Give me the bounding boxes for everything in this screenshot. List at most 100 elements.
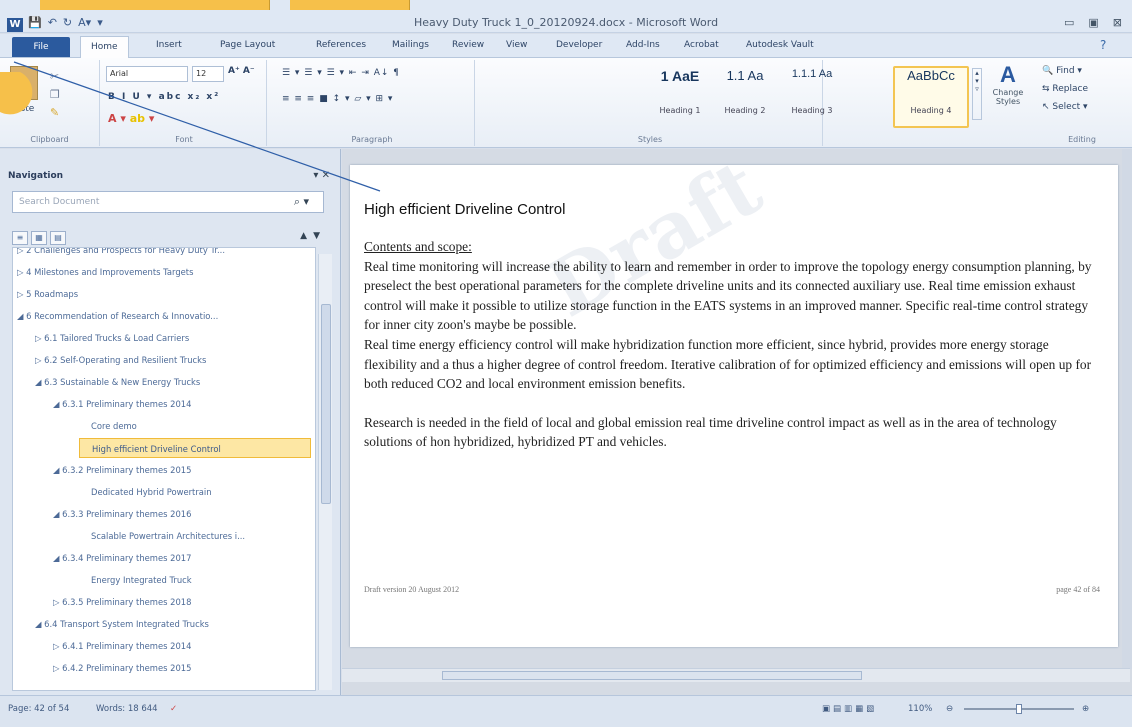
grow-font-icon[interactable]: A⁺ A⁻ [228,66,255,76]
style-heading-3[interactable]: 1.1.1 Aa Heading 3 [780,68,844,130]
font-label: Font [175,135,193,144]
align-buttons[interactable]: ≡ ≡ ≡ ■ ↕ ▾ ▱ ▾ ⊞ ▾ [282,94,393,104]
zoom-slider[interactable] [964,704,1074,714]
nav-item[interactable]: ◢ 6 Recommendation of Research & Innovat… [17,306,218,326]
tab-add-ins[interactable]: Add-Ins [626,40,660,50]
font-name-select[interactable]: Arial [106,66,188,82]
nav-item[interactable]: ▷ 2 Challenges and Prospects for Heavy D… [17,248,225,260]
maximize-button[interactable]: ▣ [1088,16,1098,29]
change-styles-icon: A [1000,62,1016,87]
nav-item[interactable]: ◢ 6.3.4 Preliminary themes 2017 [53,548,191,568]
navigation-pane: Navigation ▾ ✕ Search Document ⌕ ▾ ≡ ▦ ▤… [0,149,341,695]
tab-view[interactable]: View [506,40,527,50]
nav-item[interactable]: ◢ 6.3.2 Preliminary themes 2015 [53,460,191,480]
tab-acrobat[interactable]: Acrobat [684,40,719,50]
close-button[interactable]: ⊠ [1113,16,1122,29]
zoom-slider-knob[interactable] [1016,704,1022,714]
document-body[interactable]: Contents and scope: Real time monitoring… [364,237,1100,452]
list-buttons[interactable]: ☰ ▾ ☰ ▾ ☰ ▾ ⇤ ⇥ A↓ ¶ [282,68,400,78]
nav-heading-tree: ▷ 2 Challenges and Prospects for Heavy D… [12,247,316,691]
style-heading-1[interactable]: 1 AaE Heading 1 [650,68,710,130]
footer-version: Draft version 20 August 2012 [364,585,460,594]
nav-item[interactable]: ◢ 6.3.1 Preliminary themes 2014 [53,394,191,414]
horizontal-scrollbar[interactable] [342,668,1130,682]
horizontal-scroll-thumb[interactable] [442,671,862,680]
tab-insert[interactable]: Insert [156,40,182,50]
tab-home[interactable]: Home [80,36,129,58]
status-words[interactable]: Words: 18 644 [96,704,158,714]
zoom-out-icon[interactable]: ⊖ [946,704,953,714]
nav-item[interactable]: Energy Integrated Truck [91,570,192,590]
tab-autodesk-vault[interactable]: Autodesk Vault [746,40,814,50]
paste-icon[interactable] [10,66,38,100]
document-page[interactable]: Draft High efficient Driveline Control C… [350,142,1118,647]
zoom-in-icon[interactable]: ⊕ [1082,704,1089,714]
styles-label: Styles [637,135,663,144]
font-color-icon[interactable]: A ▾ ab ▾ [108,112,154,125]
tab-page-layout[interactable]: Page Layout [220,40,275,50]
tab-review[interactable]: Review [452,40,484,50]
style-heading-4[interactable]: AaBbCc Heading 4 [893,66,969,128]
nav-item[interactable]: ▷ 6.2 Self-Operating and Resilient Truck… [35,350,206,370]
clipboard-label: Clipboard [30,135,69,144]
tab-mailings[interactable]: Mailings [392,40,429,50]
status-page[interactable]: Page: 42 of 54 [8,704,69,714]
select-button[interactable]: ↖ Select ▾ [1042,102,1088,112]
group-clipboard: Paste ✂ ❐ ✎ Clipboard [0,60,100,146]
nav-item[interactable]: Scalable Powertrain Architectures i... [91,526,245,546]
nav-item[interactable]: ◢ 6.4 Transport System Integrated Trucks [35,614,209,634]
nav-item[interactable]: ▷ 6.3.5 Preliminary themes 2018 [53,592,191,612]
change-styles-button[interactable]: A Change Styles [986,62,1030,106]
document-vertical-scrollbar[interactable] [1122,149,1132,669]
search-icon[interactable]: ⌕ ▾ [294,195,309,209]
window-title: Heavy Duty Truck 1_0_20120924.docx - Mic… [413,16,719,29]
search-document-input[interactable]: Search Document ⌕ ▾ [12,191,324,213]
paragraph-2: Real time energy efficiency control will… [364,336,1092,392]
replace-button[interactable]: ⇆ Replace [1042,84,1088,94]
nav-prev-next[interactable]: ▲▼ [300,231,326,241]
nav-item[interactable]: ▷ 6.4.1 Preliminary themes 2014 [53,636,191,656]
nav-scroll-thumb[interactable] [321,304,331,504]
minimize-button[interactable]: ▭ [1064,16,1074,29]
footer-page-number: page 42 of 84 [1056,585,1100,594]
paste-button[interactable]: Paste [10,104,34,114]
headings-view-icon[interactable]: ≡ [12,231,28,245]
results-view-icon[interactable]: ▤ [50,231,66,245]
styles-scroll[interactable]: ▴ ▾ ▿ [972,68,982,120]
nav-title: Navigation [8,171,64,181]
group-styles: 1 AaE Heading 1 1.1 Aa Heading 2 1.1.1 A… [478,60,832,146]
font-format-buttons[interactable]: B I U ▾ abc x₂ x² [108,92,220,102]
binoculars-icon: 🔍 [1042,66,1054,76]
style-heading-2[interactable]: 1.1 Aa Heading 2 [714,68,776,130]
nav-item-selected[interactable]: High efficient Driveline Control [79,438,311,458]
section-heading: Contents and scope: [364,239,472,254]
nav-item[interactable]: ▷ 6.4.2 Preliminary themes 2015 [53,658,191,678]
copy-icon[interactable]: ❐ [50,88,60,101]
nav-item[interactable]: Dedicated Hybrid Powertrain [91,482,212,502]
nav-item[interactable]: ▷ 6.1 Tailored Trucks & Load Carriers [35,328,189,348]
zoom-level[interactable]: 110% [908,704,932,714]
heading-text[interactable]: High efficient Driveline Control [364,201,565,218]
nav-scrollbar[interactable] [318,254,332,690]
nav-item[interactable]: ▷ 5 Roadmaps [17,284,78,304]
font-size-select[interactable]: 12 [192,66,224,82]
group-font: Arial 12 A⁺ A⁻ B I U ▾ abc x₂ x² A ▾ ab … [102,60,267,146]
title-bar: W 💾 ↶ ↻ A▾ ▾ Heavy Duty Truck 1_0_201209… [0,0,1132,33]
tab-references[interactable]: References [316,40,366,50]
format-painter-icon[interactable]: ✎ [50,106,59,119]
nav-item[interactable]: Core demo [91,416,137,436]
nav-item[interactable]: ◢ 6.3 Sustainable & New Energy Trucks [35,372,200,392]
paragraph-1: Real time monitoring will increase the a… [364,258,1092,333]
nav-item[interactable]: ◢ 6.3.3 Preliminary themes 2016 [53,504,191,524]
tab-developer[interactable]: Developer [556,40,602,50]
find-button[interactable]: 🔍 Find ▾ [1042,66,1082,76]
cut-icon[interactable]: ✂ [50,70,59,83]
nav-pane-controls[interactable]: ▾ ✕ [313,170,330,181]
proofing-icon[interactable]: ✓ [170,704,177,714]
help-icon[interactable]: ? [1100,38,1106,52]
nav-item[interactable]: ▷ 4 Milestones and Improvements Targets [17,262,193,282]
pages-view-icon[interactable]: ▦ [31,231,47,245]
tab-file[interactable]: File [12,37,70,57]
yellow-decoration [40,0,270,10]
view-buttons[interactable]: ▣▤▥▦▧ [822,704,877,714]
